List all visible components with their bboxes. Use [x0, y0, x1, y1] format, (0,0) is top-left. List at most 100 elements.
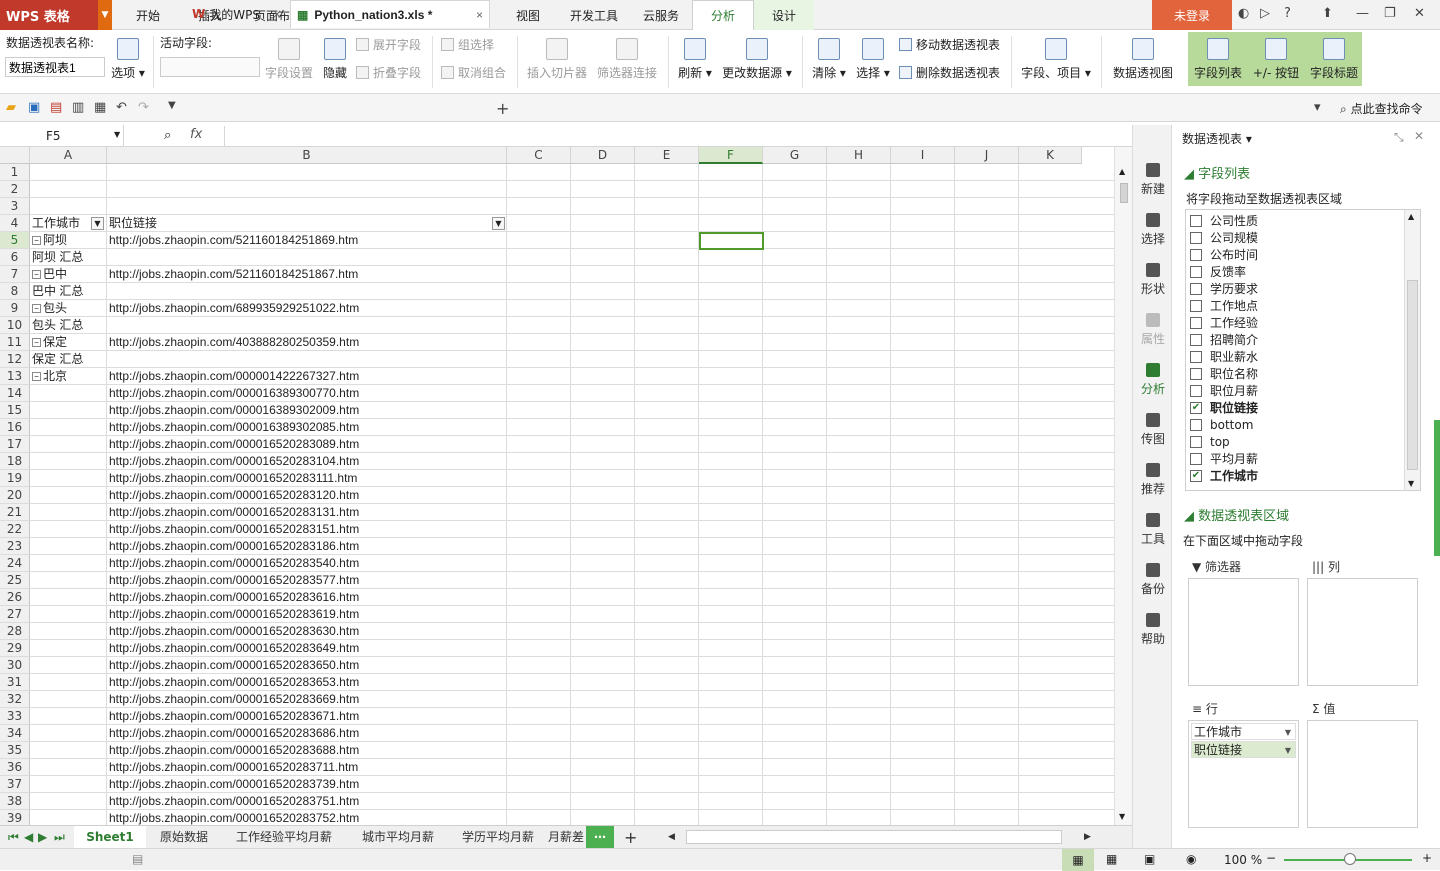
sidetool-shape[interactable]: 形状	[1133, 263, 1173, 297]
sidetool-image[interactable]: 传图	[1133, 413, 1173, 447]
collapse-icon[interactable]: −	[32, 372, 41, 382]
cell-city[interactable]	[30, 198, 107, 215]
share-icon[interactable]: ▷	[1260, 6, 1270, 21]
sidetool-property[interactable]: 属性	[1133, 313, 1173, 347]
zoom-level[interactable]: 100 %	[1224, 853, 1262, 867]
cell-city[interactable]	[30, 606, 107, 623]
expand-field-button[interactable]: 展开字段	[356, 36, 421, 53]
cell-link[interactable]: http://jobs.zhaopin.com/000016520283131.…	[107, 504, 507, 521]
field-item[interactable]: ✔ 工作城市	[1190, 467, 1258, 484]
fx-icon[interactable]: fx	[190, 127, 202, 142]
cell-city[interactable]: 包头 汇总	[30, 317, 107, 334]
column-header[interactable]: E	[635, 147, 699, 164]
column-header[interactable]: C	[507, 147, 571, 164]
row-header[interactable]: 23	[0, 538, 30, 555]
field-item[interactable]: 职位名称	[1190, 365, 1258, 382]
chevron-down-icon[interactable]: ▼	[168, 100, 176, 111]
cell-link[interactable]	[107, 249, 507, 266]
column-header[interactable]: I	[891, 147, 955, 164]
cell-city[interactable]: 巴中 汇总	[30, 283, 107, 300]
cell-city[interactable]	[30, 793, 107, 810]
collapse-icon[interactable]: −	[32, 304, 41, 314]
close-icon[interactable]: ×	[476, 8, 483, 22]
dock-icon[interactable]: ⤡	[1394, 130, 1404, 145]
cell-city[interactable]	[30, 691, 107, 708]
cell-city[interactable]	[30, 453, 107, 470]
cell-city[interactable]	[30, 623, 107, 640]
column-header[interactable]: F	[699, 147, 763, 164]
columns-zone[interactable]	[1307, 578, 1418, 686]
sheet-tab[interactable]: 原始数据	[160, 826, 208, 849]
first-sheet-icon[interactable]: ⏮	[8, 826, 19, 849]
app-logo[interactable]: WPS 表格 ▼	[0, 0, 112, 30]
cell-city[interactable]	[30, 470, 107, 487]
menu-view[interactable]: 视图	[504, 0, 552, 30]
row-header[interactable]: 34	[0, 725, 30, 742]
field-item[interactable]: 公布时间	[1190, 246, 1258, 263]
selected-cell[interactable]	[699, 232, 764, 250]
row-field-item[interactable]: 工作城市 ▼	[1191, 723, 1296, 740]
row-header[interactable]: 25	[0, 572, 30, 589]
field-item[interactable]: ✔ 职位链接	[1190, 399, 1258, 416]
column-header[interactable]: G	[763, 147, 827, 164]
pivot-name-input[interactable]	[5, 57, 105, 77]
cell-city[interactable]	[30, 181, 107, 198]
chevron-down-icon[interactable]: ▼	[114, 130, 120, 139]
row-header[interactable]: 21	[0, 504, 30, 521]
cell-city[interactable]	[30, 810, 107, 825]
spreadsheet-grid[interactable]: A B C D E F G H I J K 1 2 3 4 工作城市 职位链接 ▼ ▼ 5− 阿坝 http://jobs…	[0, 147, 1114, 825]
row-header[interactable]: 3	[0, 198, 30, 215]
field-item[interactable]: top	[1190, 433, 1230, 450]
sheet-tab[interactable]: Sheet1	[74, 826, 146, 849]
cell-city[interactable]: − 包头	[30, 300, 107, 317]
vertical-scrollbar[interactable]: ▲ ▼	[1114, 147, 1132, 825]
column-header[interactable]: D	[571, 147, 635, 164]
cell-city[interactable]	[30, 164, 107, 181]
row-header[interactable]: 30	[0, 657, 30, 674]
sidetool-tools[interactable]: 工具	[1133, 513, 1173, 547]
undo-icon[interactable]: ↶	[116, 100, 127, 115]
row-header[interactable]: 9	[0, 300, 30, 317]
row-header[interactable]: 37	[0, 776, 30, 793]
sidetool-backup[interactable]: 备份	[1133, 563, 1173, 597]
cell-link[interactable]: http://jobs.zhaopin.com/000016520283630.…	[107, 623, 507, 640]
cell-city[interactable]	[30, 521, 107, 538]
field-checkbox[interactable]	[1190, 282, 1202, 295]
cell-city[interactable]: 阿坝 汇总	[30, 249, 107, 266]
cell-link[interactable]: http://jobs.zhaopin.com/000016520283619.…	[107, 606, 507, 623]
cell-link[interactable]: http://jobs.zhaopin.com/403888280250359.…	[107, 334, 507, 351]
cell-city[interactable]	[30, 742, 107, 759]
cell-link[interactable]: http://jobs.zhaopin.com/000016520283104.…	[107, 453, 507, 470]
insert-slicer-button[interactable]: 插入切片器	[526, 38, 588, 81]
cell-link[interactable]: http://jobs.zhaopin.com/000016520283669.…	[107, 691, 507, 708]
cell-city[interactable]	[30, 436, 107, 453]
field-checkbox[interactable]	[1190, 350, 1202, 363]
field-item[interactable]: 职位月薪	[1190, 382, 1258, 399]
close-icon[interactable]: ✕	[1414, 129, 1424, 143]
redo-icon[interactable]: ↷	[138, 100, 149, 115]
scroll-thumb[interactable]	[1120, 183, 1128, 203]
field-checkbox[interactable]: ✔	[1190, 401, 1202, 414]
hide-button[interactable]: 隐藏	[320, 38, 350, 81]
scroll-down-icon[interactable]: ▼	[1408, 479, 1414, 488]
sheet-tab[interactable]: 月薪差	[548, 826, 584, 849]
cell-link[interactable]: http://jobs.zhaopin.com/000016520283653.…	[107, 674, 507, 691]
cell-link[interactable]	[107, 181, 507, 198]
ungroup-button[interactable]: 取消组合	[441, 64, 506, 81]
row-header[interactable]: 11	[0, 334, 30, 351]
field-checkbox[interactable]	[1190, 384, 1202, 397]
menu-home[interactable]: 开始	[122, 0, 174, 30]
zoom-out-icon[interactable]: −	[1266, 851, 1276, 865]
column-header[interactable]: B	[107, 147, 507, 164]
cell-city[interactable]: − 保定	[30, 334, 107, 351]
cell-link[interactable]	[107, 198, 507, 215]
field-checkbox[interactable]	[1190, 435, 1202, 448]
login-button[interactable]: 未登录	[1152, 0, 1232, 30]
layout-view-icon[interactable]: ▣	[1144, 852, 1155, 866]
open-icon[interactable]: ▰	[6, 100, 16, 115]
cell-link[interactable]	[107, 164, 507, 181]
skin-icon[interactable]: ◐	[1238, 6, 1249, 21]
row-header[interactable]: 20	[0, 487, 30, 504]
close-icon[interactable]: ✕	[1414, 6, 1425, 21]
cell-city[interactable]: − 巴中	[30, 266, 107, 283]
